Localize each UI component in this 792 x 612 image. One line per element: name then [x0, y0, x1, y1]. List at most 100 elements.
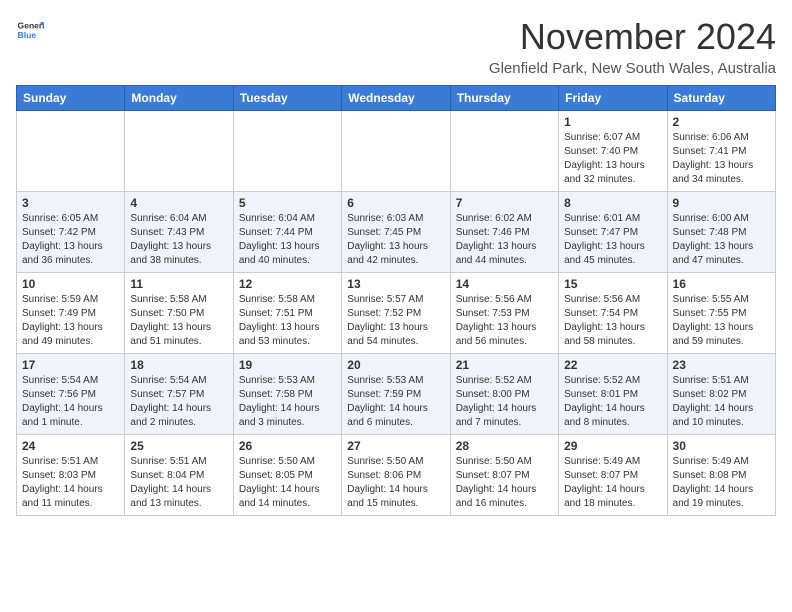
day-number: 28 [456, 439, 553, 453]
day-number: 24 [22, 439, 119, 453]
calendar-cell: 19 Sunrise: 5:53 AM Sunset: 7:58 PM Dayli… [233, 354, 341, 435]
day-number: 16 [673, 277, 770, 291]
calendar-cell [450, 111, 558, 192]
day-number: 12 [239, 277, 336, 291]
calendar-cell: 8 Sunrise: 6:01 AM Sunset: 7:47 PM Daylig… [559, 192, 667, 273]
calendar-table: SundayMondayTuesdayWednesdayThursdayFrid… [16, 85, 776, 516]
calendar-cell [125, 111, 233, 192]
day-info: Sunrise: 6:07 AM Sunset: 7:40 PM Dayligh… [564, 131, 661, 187]
day-info: Sunrise: 6:03 AM Sunset: 7:45 PM Dayligh… [347, 212, 444, 268]
calendar-cell: 24 Sunrise: 5:51 AM Sunset: 8:03 PM Dayli… [17, 435, 125, 516]
day-info: Sunrise: 5:58 AM Sunset: 7:50 PM Dayligh… [130, 293, 227, 349]
day-info: Sunrise: 6:06 AM Sunset: 7:41 PM Dayligh… [673, 131, 770, 187]
calendar-cell: 16 Sunrise: 5:55 AM Sunset: 7:55 PM Dayli… [667, 273, 775, 354]
day-number: 5 [239, 196, 336, 210]
day-number: 23 [673, 358, 770, 372]
calendar-cell: 20 Sunrise: 5:53 AM Sunset: 7:59 PM Dayli… [342, 354, 450, 435]
day-number: 7 [456, 196, 553, 210]
day-number: 21 [456, 358, 553, 372]
calendar-cell: 4 Sunrise: 6:04 AM Sunset: 7:43 PM Daylig… [125, 192, 233, 273]
calendar-cell: 6 Sunrise: 6:03 AM Sunset: 7:45 PM Daylig… [342, 192, 450, 273]
day-number: 29 [564, 439, 661, 453]
day-info: Sunrise: 6:04 AM Sunset: 7:44 PM Dayligh… [239, 212, 336, 268]
weekday-header: Wednesday [342, 86, 450, 111]
day-info: Sunrise: 6:01 AM Sunset: 7:47 PM Dayligh… [564, 212, 661, 268]
day-number: 6 [347, 196, 444, 210]
calendar-cell [233, 111, 341, 192]
calendar-cell: 28 Sunrise: 5:50 AM Sunset: 8:07 PM Dayli… [450, 435, 558, 516]
weekday-header: Saturday [667, 86, 775, 111]
day-number: 22 [564, 358, 661, 372]
day-info: Sunrise: 5:59 AM Sunset: 7:49 PM Dayligh… [22, 293, 119, 349]
day-number: 4 [130, 196, 227, 210]
calendar-cell: 10 Sunrise: 5:59 AM Sunset: 7:49 PM Dayli… [17, 273, 125, 354]
calendar-cell: 1 Sunrise: 6:07 AM Sunset: 7:40 PM Daylig… [559, 111, 667, 192]
calendar-cell: 14 Sunrise: 5:56 AM Sunset: 7:53 PM Dayli… [450, 273, 558, 354]
day-info: Sunrise: 5:53 AM Sunset: 7:58 PM Dayligh… [239, 374, 336, 430]
day-info: Sunrise: 5:55 AM Sunset: 7:55 PM Dayligh… [673, 293, 770, 349]
day-number: 2 [673, 115, 770, 129]
day-info: Sunrise: 5:50 AM Sunset: 8:05 PM Dayligh… [239, 455, 336, 511]
weekday-header: Thursday [450, 86, 558, 111]
day-info: Sunrise: 5:54 AM Sunset: 7:57 PM Dayligh… [130, 374, 227, 430]
day-info: Sunrise: 6:02 AM Sunset: 7:46 PM Dayligh… [456, 212, 553, 268]
calendar-cell: 30 Sunrise: 5:49 AM Sunset: 8:08 PM Dayli… [667, 435, 775, 516]
calendar-cell: 9 Sunrise: 6:00 AM Sunset: 7:48 PM Daylig… [667, 192, 775, 273]
day-info: Sunrise: 5:52 AM Sunset: 8:00 PM Dayligh… [456, 374, 553, 430]
day-info: Sunrise: 5:50 AM Sunset: 8:06 PM Dayligh… [347, 455, 444, 511]
day-info: Sunrise: 6:05 AM Sunset: 7:42 PM Dayligh… [22, 212, 119, 268]
logo-icon: General Blue [16, 16, 44, 44]
calendar-cell: 13Sunrise: 5:57 AM Sunset: 7:52 PM Dayli… [342, 273, 450, 354]
calendar-cell [342, 111, 450, 192]
day-info: Sunrise: 5:58 AM Sunset: 7:51 PM Dayligh… [239, 293, 336, 349]
weekday-header: Friday [559, 86, 667, 111]
weekday-header: Monday [125, 86, 233, 111]
calendar-cell: 3 Sunrise: 6:05 AM Sunset: 7:42 PM Daylig… [17, 192, 125, 273]
day-number: 9 [673, 196, 770, 210]
day-number: 8 [564, 196, 661, 210]
day-number: 30 [673, 439, 770, 453]
day-info: Sunrise: 5:51 AM Sunset: 8:03 PM Dayligh… [22, 455, 119, 511]
weekday-header: Sunday [17, 86, 125, 111]
day-info: Sunrise: 6:00 AM Sunset: 7:48 PM Dayligh… [673, 212, 770, 268]
calendar-cell: 18 Sunrise: 5:54 AM Sunset: 7:57 PM Dayli… [125, 354, 233, 435]
day-number: 27 [347, 439, 444, 453]
day-number: 13 [347, 277, 444, 291]
calendar-cell: 25 Sunrise: 5:51 AM Sunset: 8:04 PM Dayli… [125, 435, 233, 516]
calendar-cell [17, 111, 125, 192]
calendar-cell: 26Sunrise: 5:50 AM Sunset: 8:05 PM Dayli… [233, 435, 341, 516]
month-title: November 2024 [489, 16, 776, 58]
day-info: Sunrise: 5:53 AM Sunset: 7:59 PM Dayligh… [347, 374, 444, 430]
day-number: 1 [564, 115, 661, 129]
day-number: 25 [130, 439, 227, 453]
day-number: 17 [22, 358, 119, 372]
day-number: 11 [130, 277, 227, 291]
day-number: 20 [347, 358, 444, 372]
day-info: Sunrise: 5:56 AM Sunset: 7:54 PM Dayligh… [564, 293, 661, 349]
location-subtitle: Glenfield Park, New South Wales, Austral… [489, 60, 776, 77]
day-info: Sunrise: 5:54 AM Sunset: 7:56 PM Dayligh… [22, 374, 119, 430]
day-number: 10 [22, 277, 119, 291]
title-block: November 2024 Glenfield Park, New South … [489, 16, 776, 77]
day-info: Sunrise: 5:49 AM Sunset: 8:07 PM Dayligh… [564, 455, 661, 511]
calendar-cell: 21 Sunrise: 5:52 AM Sunset: 8:00 PM Dayli… [450, 354, 558, 435]
day-number: 14 [456, 277, 553, 291]
calendar-cell: 22Sunrise: 5:52 AM Sunset: 8:01 PM Dayli… [559, 354, 667, 435]
day-info: Sunrise: 5:49 AM Sunset: 8:08 PM Dayligh… [673, 455, 770, 511]
page-header: General Blue November 2024 Glenfield Par… [16, 16, 776, 77]
weekday-header: Tuesday [233, 86, 341, 111]
day-info: Sunrise: 6:04 AM Sunset: 7:43 PM Dayligh… [130, 212, 227, 268]
day-number: 18 [130, 358, 227, 372]
day-number: 3 [22, 196, 119, 210]
calendar-cell: 7 Sunrise: 6:02 AM Sunset: 7:46 PM Daylig… [450, 192, 558, 273]
day-info: Sunrise: 5:56 AM Sunset: 7:53 PM Dayligh… [456, 293, 553, 349]
logo: General Blue [16, 16, 44, 44]
day-info: Sunrise: 5:51 AM Sunset: 8:02 PM Dayligh… [673, 374, 770, 430]
calendar-cell: 17 Sunrise: 5:54 AM Sunset: 7:56 PM Dayli… [17, 354, 125, 435]
calendar-cell: 11 Sunrise: 5:58 AM Sunset: 7:50 PM Dayli… [125, 273, 233, 354]
day-info: Sunrise: 5:51 AM Sunset: 8:04 PM Dayligh… [130, 455, 227, 511]
calendar-cell: 12 Sunrise: 5:58 AM Sunset: 7:51 PM Dayli… [233, 273, 341, 354]
day-number: 19 [239, 358, 336, 372]
svg-text:Blue: Blue [18, 30, 37, 40]
day-info: Sunrise: 5:50 AM Sunset: 8:07 PM Dayligh… [456, 455, 553, 511]
